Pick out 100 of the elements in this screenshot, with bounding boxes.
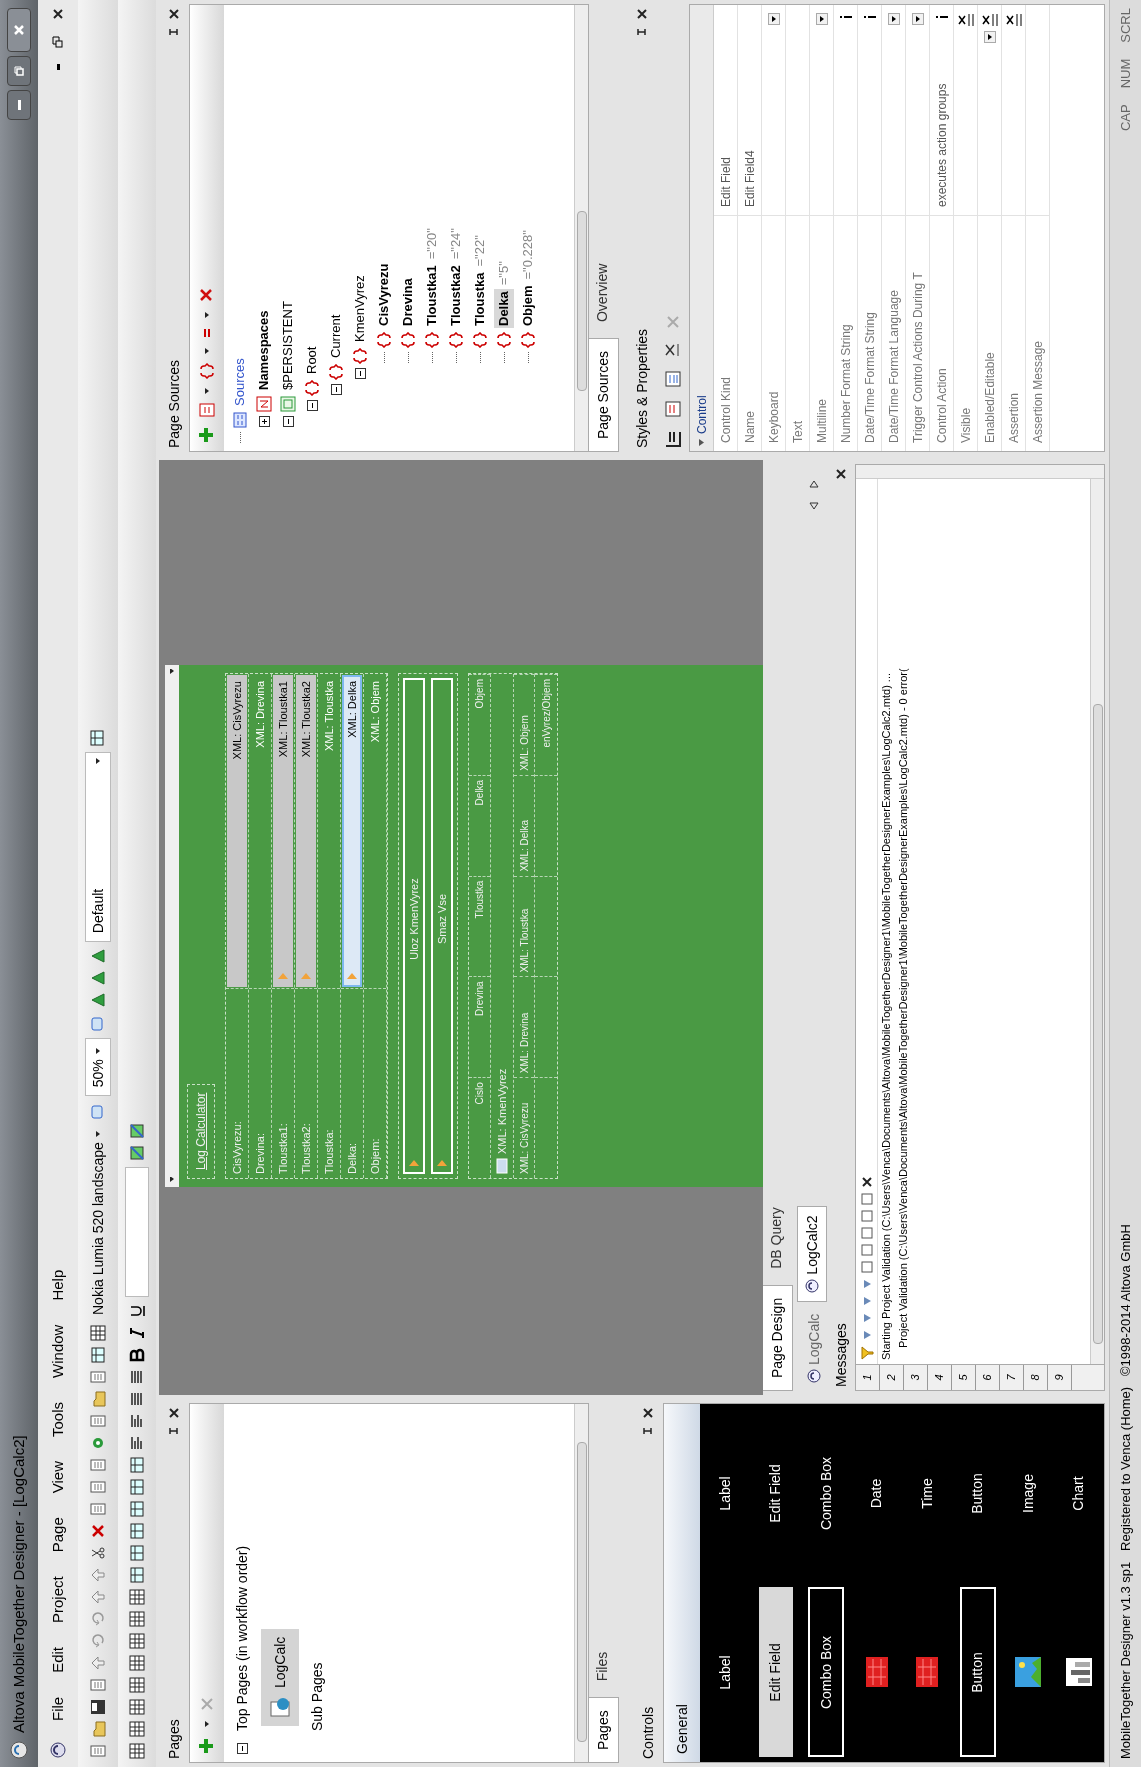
- panel-tab[interactable]: DB Query: [763, 1195, 789, 1281]
- dropdown-caret-icon[interactable]: [815, 13, 828, 25]
- doc-icon[interactable]: [90, 1479, 106, 1495]
- control-name[interactable]: Label: [714, 1476, 736, 1511]
- control-name[interactable]: Chart: [1068, 1476, 1090, 1511]
- scroll-bar[interactable]: [165, 665, 179, 1187]
- tree-item[interactable]: Top Pages (in workflow order): [232, 1541, 253, 1735]
- message-tab[interactable]: 3: [904, 1365, 928, 1390]
- grid-icon[interactable]: [129, 1743, 145, 1759]
- folder-icon[interactable]: [90, 1391, 106, 1407]
- close-icon[interactable]: [642, 1407, 654, 1419]
- arrow-icon[interactable]: [90, 1655, 106, 1671]
- grid-icon[interactable]: [129, 1655, 145, 1671]
- scroll-bar[interactable]: [856, 465, 1104, 479]
- expand-toggle-icon[interactable]: [330, 384, 342, 395]
- control-name[interactable]: Image: [1017, 1474, 1039, 1513]
- dropdown-caret-icon[interactable]: [887, 13, 900, 25]
- grid-icon[interactable]: [129, 1721, 145, 1737]
- control-preview[interactable]: Label: [714, 1655, 736, 1690]
- scroll-bar[interactable]: [1090, 479, 1104, 1364]
- panel-tab[interactable]: Overview: [589, 251, 615, 335]
- equals-icon[interactable]: [201, 327, 213, 339]
- minimize-button[interactable]: [7, 90, 31, 120]
- copy-icon[interactable]: [860, 1210, 873, 1222]
- tree-node[interactable]: $PERSISTENT: [278, 299, 298, 392]
- italic-icon[interactable]: [129, 1325, 145, 1341]
- value-label[interactable]: XML: Objem: [365, 675, 385, 987]
- table-icon[interactable]: [129, 1479, 145, 1495]
- grid-icon[interactable]: [89, 728, 107, 747]
- control-preview[interactable]: Button: [959, 1587, 996, 1758]
- color-icon[interactable]: [129, 1123, 145, 1139]
- restore-icon[interactable]: [52, 36, 64, 48]
- clear-icon[interactable]: [860, 1176, 873, 1188]
- arrow-icon[interactable]: [90, 1567, 106, 1583]
- scroll-bar[interactable]: [574, 1404, 588, 1762]
- close-button[interactable]: [7, 8, 31, 52]
- info-icon[interactable]: [862, 13, 877, 21]
- grid-icon[interactable]: [129, 1677, 145, 1693]
- control-name[interactable]: Button: [967, 1473, 989, 1514]
- zoom-dropdown[interactable]: 50%: [85, 1038, 111, 1097]
- message-tab[interactable]: 9: [1048, 1365, 1072, 1390]
- folder-icon[interactable]: [90, 1721, 106, 1737]
- caret-icon[interactable]: [203, 1720, 211, 1728]
- triangle-icon[interactable]: [90, 948, 106, 965]
- doc-icon[interactable]: [90, 1743, 106, 1759]
- doc-icon[interactable]: [90, 1457, 106, 1473]
- caret-icon[interactable]: [203, 311, 211, 319]
- xpath-icon[interactable]: [956, 13, 975, 27]
- info-icon[interactable]: [838, 13, 853, 21]
- list-icon[interactable]: [664, 430, 682, 448]
- document-tab[interactable]: LogCalc: [801, 1305, 827, 1391]
- tree-node[interactable]: Tloustka: [470, 270, 490, 328]
- arrow-icon[interactable]: [90, 1589, 106, 1605]
- table-icon[interactable]: [129, 1545, 145, 1561]
- restore-button[interactable]: [7, 56, 31, 86]
- close-icon[interactable]: [835, 468, 847, 480]
- style-dropdown[interactable]: Default: [85, 752, 111, 943]
- braces-icon[interactable]: [199, 363, 215, 379]
- menu-item[interactable]: Page: [46, 1513, 70, 1557]
- control-name[interactable]: Time: [916, 1478, 938, 1509]
- tree-node[interactable]: Root: [302, 344, 322, 376]
- expand-toggle-icon[interactable]: [258, 416, 270, 427]
- add-icon[interactable]: [198, 425, 216, 443]
- panel-tab[interactable]: Page Sources: [589, 338, 619, 452]
- tree-item[interactable]: LogCalc: [261, 1628, 299, 1726]
- tree-node[interactable]: Delka: [494, 289, 514, 328]
- tree-node[interactable]: Sources: [230, 356, 250, 408]
- copy-icon[interactable]: [860, 1261, 873, 1273]
- align-icon[interactable]: [129, 1391, 145, 1407]
- app-menu-icon[interactable]: [49, 1741, 67, 1759]
- panel-tab[interactable]: Pages: [589, 1697, 619, 1763]
- message-tab[interactable]: 2: [880, 1365, 904, 1390]
- copy-icon[interactable]: [860, 1193, 873, 1205]
- message-tab[interactable]: 6: [976, 1365, 1000, 1390]
- grid-icon[interactable]: [129, 1633, 145, 1649]
- panel-tab[interactable]: Page Design: [763, 1284, 793, 1391]
- xpath-icon[interactable]: [980, 13, 999, 27]
- edit-field[interactable]: XML: Tloustka2: [296, 675, 316, 987]
- control-name[interactable]: Date: [866, 1478, 888, 1509]
- edit-field[interactable]: XML: CisVyrezu: [227, 675, 247, 987]
- caret-icon[interactable]: [203, 387, 211, 395]
- font-size-field[interactable]: [125, 1167, 149, 1297]
- scroll-right-icon[interactable]: [809, 480, 819, 488]
- tree-node[interactable]: Tloustka2: [446, 263, 466, 328]
- xpath-icon[interactable]: [1004, 13, 1023, 27]
- expand-toggle-icon[interactable]: [354, 368, 366, 379]
- doc-icon[interactable]: [90, 1369, 106, 1385]
- pin-icon[interactable]: [636, 26, 648, 38]
- menu-item[interactable]: Window: [46, 1320, 70, 1382]
- section-header[interactable]: Control: [690, 5, 714, 451]
- doc-icon[interactable]: [90, 1677, 106, 1693]
- expand-toggle-icon[interactable]: [306, 400, 318, 411]
- filter-icon[interactable]: [859, 1346, 874, 1360]
- align-icon[interactable]: [129, 1369, 145, 1385]
- document-tab[interactable]: LogCalc2: [797, 1206, 827, 1302]
- tree-node[interactable]: Tloustka1: [422, 263, 442, 328]
- caret-icon[interactable]: [203, 347, 211, 355]
- table-icon[interactable]: [129, 1501, 145, 1517]
- control-preview[interactable]: Edit Field: [758, 1587, 793, 1758]
- table-icon[interactable]: [129, 1567, 145, 1583]
